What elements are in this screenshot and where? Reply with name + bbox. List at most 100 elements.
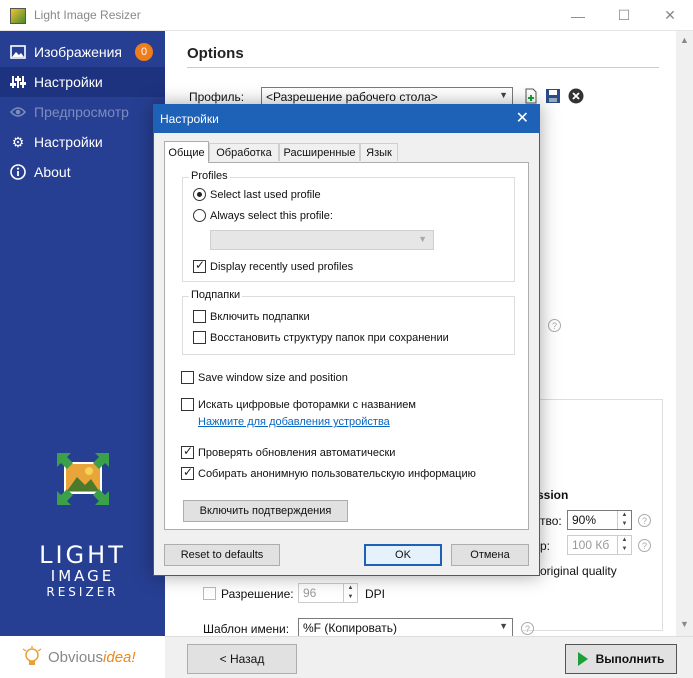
profiles-group: Profiles Select last used profile Always… <box>182 170 515 282</box>
settings-dialog: Настройки ✕ Общие Обработка Расширенные … <box>153 104 540 576</box>
subfolders-group: Подпапки Включить подпапки Восстановить … <box>182 289 515 355</box>
radio-selected-icon <box>193 188 206 201</box>
compression-label: ssion <box>537 488 569 502</box>
collect-anonymous-info-checkbox[interactable]: Собирать анонимную пользовательскую инфо… <box>181 465 476 480</box>
run-button[interactable]: Выполнить <box>565 644 677 674</box>
app-icon <box>10 8 26 24</box>
checkbox-icon <box>193 310 206 323</box>
dpi-label: DPI <box>365 587 386 601</box>
profile-label: Профиль: <box>189 90 245 104</box>
image-count-badge: 0 <box>135 43 153 61</box>
chevron-down-icon: ▼ <box>418 234 427 244</box>
checkbox-checked-icon <box>181 444 194 459</box>
tab-language[interactable]: Язык <box>360 143 398 161</box>
sidebar-item-preferences[interactable]: ⚙ Настройки <box>0 127 165 157</box>
maximize-button[interactable]: ☐ <box>601 0 647 31</box>
size-label: р: <box>540 539 551 553</box>
logo-text-resizer: RESIZER <box>46 585 119 599</box>
gear-icon: ⚙ <box>11 133 25 150</box>
dialog-title-bar: Настройки ✕ <box>154 105 539 133</box>
sliders-icon <box>10 74 26 90</box>
sidebar-item-preview[interactable]: Предпросмотр <box>0 97 165 127</box>
general-tab-page: Profiles Select last used profile Always… <box>164 162 529 530</box>
brand-bar: Obviousidea! <box>0 636 165 678</box>
scroll-up-icon[interactable]: ▲ <box>680 35 689 45</box>
ok-button[interactable]: OK <box>364 544 442 566</box>
restore-structure-checkbox[interactable]: Восстановить структуру папок при сохране… <box>193 331 449 344</box>
brand-logo[interactable]: Obviousidea! <box>48 649 136 666</box>
lightbulb-icon <box>22 646 42 665</box>
save-window-size-checkbox[interactable]: Save window size and position <box>181 371 348 384</box>
add-device-link[interactable]: Нажмите для добавления устройства <box>198 416 390 428</box>
close-icon[interactable]: ✕ <box>516 108 529 128</box>
chevron-down-icon: ▼ <box>499 90 508 100</box>
tab-advanced[interactable]: Расширенные <box>279 143 360 161</box>
logo-text-image: IMAGE <box>50 567 115 585</box>
title-divider <box>187 67 659 68</box>
window-title: Light Image Resizer <box>34 8 141 22</box>
help-icon[interactable]: ? <box>638 514 651 527</box>
sidebar-item-label: Изображения <box>34 44 122 60</box>
quality-label: тво: <box>540 514 562 528</box>
stepper-arrows-icon[interactable]: ▲ ▼ <box>343 584 357 602</box>
resolution-stepper[interactable]: 96 ▲ ▼ <box>298 583 358 603</box>
original-quality-label: original quality <box>540 564 617 578</box>
checkbox-icon <box>181 398 194 411</box>
chevron-down-icon: ▼ <box>499 621 508 631</box>
save-profile-icon[interactable] <box>545 88 561 104</box>
title-bar: Light Image Resizer — ☐ ✕ <box>0 0 693 31</box>
help-icon[interactable]: ? <box>521 622 534 635</box>
vertical-scrollbar[interactable]: ▲ ▼ <box>676 31 693 636</box>
resolution-checkbox[interactable] <box>203 587 216 600</box>
tab-general[interactable]: Общие <box>164 141 209 163</box>
checkbox-checked-icon <box>193 258 206 273</box>
footer-bar: < Назад Выполнить <box>165 636 693 678</box>
select-last-profile-radio[interactable]: Select last used profile <box>193 188 321 201</box>
radio-icon <box>193 209 206 222</box>
eye-icon <box>10 104 26 120</box>
checkbox-checked-icon <box>181 465 194 480</box>
info-icon <box>10 164 26 180</box>
sidebar-item-label: About <box>34 164 71 180</box>
check-updates-checkbox[interactable]: Проверять обновления автоматически <box>181 444 395 459</box>
always-select-profile-radio[interactable]: Always select this profile: <box>193 209 333 222</box>
sidebar-item-images[interactable]: Изображения 0 <box>0 37 165 67</box>
group-title: Подпапки <box>189 289 243 301</box>
enable-confirmations-button[interactable]: Включить подтверждения <box>183 500 348 522</box>
scroll-down-icon[interactable]: ▼ <box>680 619 689 629</box>
logo-text-light: LIGHT <box>39 541 126 569</box>
tab-processing[interactable]: Обработка <box>209 143 279 161</box>
resolution-label: Разрешение: <box>221 587 294 601</box>
sidebar-item-label: Настройки <box>34 74 103 90</box>
template-label: Шаблон имени: <box>203 622 290 636</box>
search-photo-frames-checkbox[interactable]: Искать цифровые фоторамки с названием <box>181 398 416 411</box>
play-icon <box>577 652 588 666</box>
stepper-arrows-icon[interactable]: ▲ ▼ <box>617 511 631 529</box>
new-profile-icon[interactable] <box>523 88 539 104</box>
minimize-button[interactable]: — <box>555 0 601 31</box>
back-button[interactable]: < Назад <box>187 644 297 674</box>
stepper-arrows-icon[interactable]: ▲ ▼ <box>617 536 631 554</box>
reset-defaults-button[interactable]: Reset to defaults <box>164 544 280 566</box>
sidebar-item-settings[interactable]: Настройки <box>0 67 165 97</box>
sidebar: Изображения 0 Настройки Предпросмотр ⚙ Н… <box>0 31 165 636</box>
close-button[interactable]: ✕ <box>647 0 693 31</box>
sidebar-item-about[interactable]: About <box>0 157 165 187</box>
cancel-button[interactable]: Отмена <box>451 544 529 566</box>
sidebar-item-label: Настройки <box>34 134 103 150</box>
sidebar-item-label: Предпросмотр <box>34 104 129 120</box>
delete-profile-icon[interactable] <box>568 88 584 104</box>
template-select[interactable]: %F (Копировать) ▼ <box>298 618 513 638</box>
help-icon[interactable]: ? <box>548 319 561 332</box>
size-stepper[interactable]: 100 Кб ▲ ▼ <box>567 535 632 555</box>
help-icon[interactable]: ? <box>638 539 651 552</box>
fixed-profile-select[interactable]: ▼ <box>210 230 434 250</box>
display-recent-profiles-checkbox[interactable]: Display recently used profiles <box>193 258 353 273</box>
dialog-title: Настройки <box>160 112 219 126</box>
images-icon <box>10 44 26 60</box>
include-subfolders-checkbox[interactable]: Включить подпапки <box>193 310 310 323</box>
checkbox-icon <box>193 331 206 344</box>
quality-stepper[interactable]: 90% ▲ ▼ <box>567 510 632 530</box>
checkbox-icon <box>181 371 194 384</box>
page-title: Options <box>187 45 244 62</box>
